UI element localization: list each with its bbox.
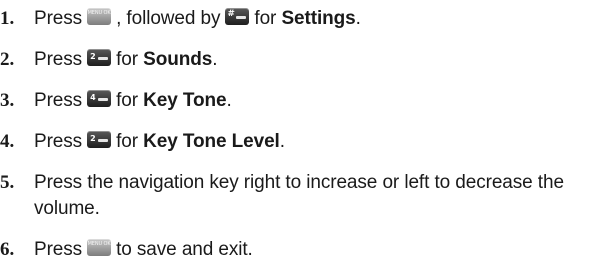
four-key-icon: 4 <box>87 90 112 108</box>
for-text: for <box>116 131 138 152</box>
two-key-icon: 2 <box>87 131 112 149</box>
for-text: for <box>116 90 138 111</box>
step-text: Press 2 for Key Tone Level. <box>34 129 599 155</box>
step-number: 3. <box>0 90 15 111</box>
menu-ok-key-icon: MENU OK <box>87 239 112 257</box>
key-label: 2 <box>90 52 96 62</box>
press-text: Press <box>34 239 83 260</box>
key-tone-level-label: Key Tone Level <box>143 131 280 152</box>
two-key-icon: 2 <box>87 49 112 67</box>
press-text: Press <box>34 90 83 111</box>
key-label: 4 <box>90 93 96 103</box>
step-text: Press the navigation key right to increa… <box>34 172 564 219</box>
key-label: MENU OK <box>87 10 111 17</box>
key-tone-label: Key Tone <box>143 90 227 111</box>
step-4: 4. Press 2 for Key Tone Level. <box>0 129 599 155</box>
step-text: Press 2 for Sounds. <box>34 47 599 73</box>
step-text: Press MENU OK to save and exit. <box>34 237 599 263</box>
period: . <box>355 8 361 29</box>
press-text: Press <box>34 49 83 70</box>
save-exit-text: to save and exit. <box>116 239 253 260</box>
key-bar <box>98 57 109 61</box>
step-text: Press 4 for Key Tone. <box>34 88 599 114</box>
step-number: 6. <box>0 239 15 260</box>
step-6: 6. Press MENU OK to save and exit. <box>0 237 599 263</box>
period: . <box>212 49 218 70</box>
for-text: for <box>254 8 277 29</box>
key-bar <box>98 139 109 143</box>
step-2: 2. Press 2 for Sounds. <box>0 47 599 73</box>
step-1: 1. Press MENU OK , followed by # for Setting… <box>0 6 599 32</box>
sounds-label: Sounds <box>143 49 213 70</box>
for-text: for <box>116 49 138 70</box>
step-number: 2. <box>0 49 15 70</box>
key-bar <box>98 98 109 102</box>
key-label: MENU OK <box>87 241 111 248</box>
press-text: Press <box>34 131 83 152</box>
key-bar <box>236 16 247 20</box>
step-text: Press MENU OK , followed by # for Settings. <box>34 6 599 32</box>
key-label: 2 <box>90 134 96 144</box>
period: . <box>226 90 232 111</box>
step-number: 1. <box>0 8 15 29</box>
menu-ok-key-icon: MENU OK <box>87 8 112 26</box>
step-5: 5. Press the navigation key right to inc… <box>0 170 599 222</box>
period: . <box>279 131 285 152</box>
hash-key-icon: # <box>225 8 250 26</box>
step-number: 5. <box>0 172 15 193</box>
step-3: 3. Press 4 for Key Tone. <box>0 88 599 114</box>
press-text: Press <box>34 8 83 29</box>
followed-by-text: , followed by <box>116 8 221 29</box>
key-label: # <box>227 9 235 20</box>
step-number: 4. <box>0 131 15 152</box>
settings-label: Settings <box>281 8 356 29</box>
